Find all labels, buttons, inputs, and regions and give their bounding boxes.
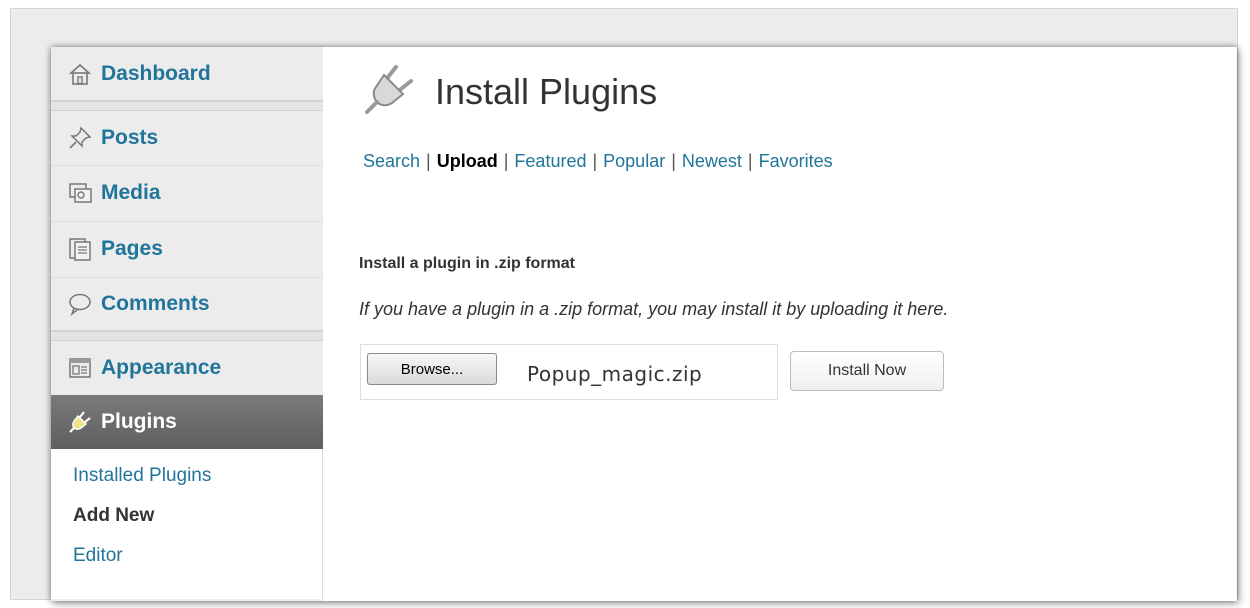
menu-separator	[51, 331, 323, 341]
tab-separator: |	[426, 151, 431, 171]
submenu-item-add-new[interactable]: Add New	[73, 505, 154, 527]
tab-separator: |	[503, 151, 509, 171]
file-input[interactable]: Browse... Popup_magic.zip	[360, 344, 778, 400]
pages-icon	[67, 236, 93, 262]
media-icon	[67, 180, 93, 206]
tab-separator: |	[592, 151, 598, 171]
page-title: Install Plugins	[435, 70, 658, 112]
upload-heading: Install a plugin in .zip format	[359, 255, 576, 272]
tab-featured[interactable]: Featured	[514, 151, 586, 171]
sidebar-item-dashboard[interactable]: Dashboard	[51, 47, 323, 101]
tab-popular[interactable]: Popular	[603, 151, 665, 171]
menu-separator	[51, 101, 323, 111]
upload-description: If you have a plugin in a .zip format, y…	[359, 299, 949, 319]
browse-button[interactable]: Browse...	[367, 353, 497, 385]
screenshot-frame: Dashboard Posts Media Pages Comments App…	[10, 8, 1238, 601]
sidebar-item-label: Plugins	[101, 410, 177, 433]
admin-sidebar: Dashboard Posts Media Pages Comments App…	[51, 47, 323, 601]
sidebar-item-label: Pages	[101, 236, 163, 260]
tab-separator: |	[671, 151, 676, 171]
plugins-submenu: Installed Plugins Add New Editor	[51, 449, 323, 599]
pin-icon	[67, 125, 93, 151]
sidebar-item-label: Appearance	[101, 356, 222, 379]
submenu-item-editor[interactable]: Editor	[73, 545, 123, 567]
plug-icon	[67, 409, 93, 435]
sidebar-item-media[interactable]: Media	[51, 165, 323, 219]
sidebar-item-label: Posts	[101, 126, 159, 149]
main-content: Install Plugins Search | Upload | Featured | P…	[323, 47, 1237, 601]
page-header: Install Plugins	[361, 61, 657, 122]
sidebar-item-appearance[interactable]: Appearance	[51, 341, 323, 395]
sidebar-item-pages[interactable]: Pages	[51, 221, 323, 275]
appearance-icon	[67, 355, 93, 381]
plugin-icon	[361, 61, 417, 122]
submenu-item-installed-plugins[interactable]: Installed Plugins	[73, 465, 211, 487]
sidebar-item-posts[interactable]: Posts	[51, 111, 323, 165]
sidebar-item-label: Dashboard	[101, 61, 211, 85]
sidebar-item-comments[interactable]: Comments	[51, 277, 323, 331]
install-now-button[interactable]: Install Now	[790, 351, 944, 391]
tab-newest[interactable]: Newest	[682, 151, 742, 171]
sidebar-item-label: Comments	[101, 292, 210, 315]
comment-icon	[67, 291, 93, 317]
sidebar-item-plugins[interactable]: Plugins	[51, 395, 323, 449]
tab-separator: |	[747, 151, 753, 171]
plugin-tabs: Search | Upload | Featured | Popular | Newest | Fa…	[363, 151, 833, 172]
tab-favorites[interactable]: Favorites	[759, 151, 833, 171]
dashboard-icon	[67, 61, 93, 87]
tab-upload[interactable]: Upload	[437, 151, 498, 171]
admin-window: Dashboard Posts Media Pages Comments App…	[51, 47, 1237, 601]
tab-search[interactable]: Search	[363, 151, 420, 171]
selected-file-name: Popup_magic.zip	[527, 362, 703, 386]
sidebar-item-label: Media	[101, 180, 161, 204]
